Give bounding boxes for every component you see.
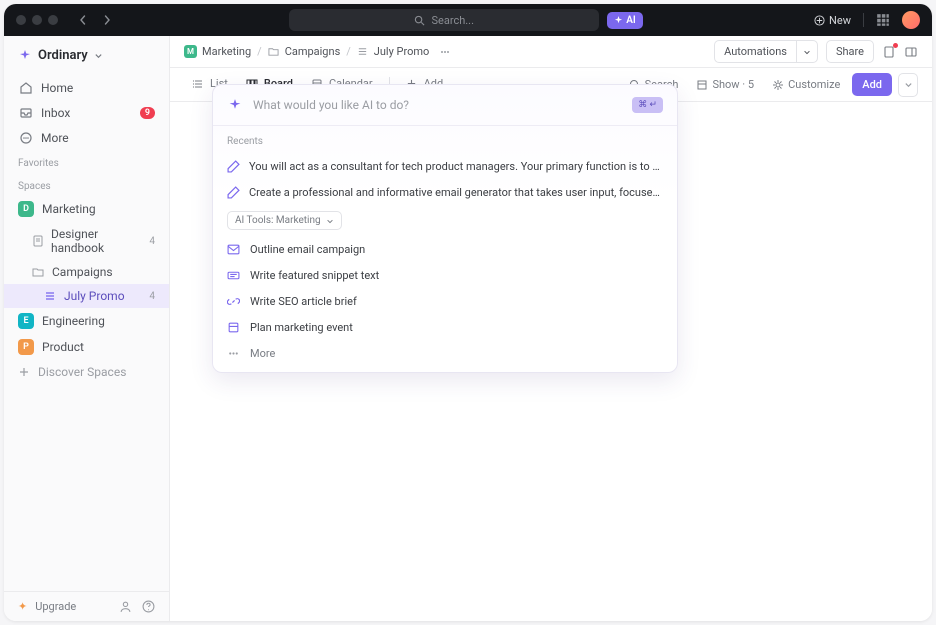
space-marketing[interactable]: D Marketing	[4, 196, 169, 222]
ai-panel: What would you like AI to do? ⌘ ↵ Recent…	[212, 84, 678, 373]
nav-forward-button[interactable]	[96, 9, 118, 31]
show-button[interactable]: Show · 5	[690, 74, 760, 95]
global-search[interactable]: Search...	[289, 9, 599, 31]
recent-item[interactable]: Create a professional and informative em…	[213, 179, 677, 205]
crumb-campaigns[interactable]: Campaigns	[268, 45, 341, 58]
recent-item[interactable]: You will act as a consultant for tech pr…	[213, 153, 677, 179]
space-badge: D	[18, 201, 34, 217]
ai-sparkle-icon	[227, 98, 243, 113]
inbox-badge: 9	[140, 107, 155, 119]
sidebar-home[interactable]: Home	[4, 75, 169, 100]
ai-tool-chip[interactable]: AI Tools: Marketing	[227, 211, 342, 230]
crumb-july-promo[interactable]: July Promo	[357, 45, 430, 58]
workspace-logo-icon	[18, 49, 32, 63]
automations-button[interactable]: Automations	[714, 40, 796, 63]
automations-dropdown[interactable]	[796, 40, 818, 63]
breadcrumb-bar: M Marketing / Campaigns / July Promo Aut…	[170, 36, 932, 68]
discover-spaces[interactable]: Discover Spaces	[4, 360, 169, 384]
show-icon	[696, 79, 708, 91]
doc-icon	[32, 235, 44, 248]
list-icon	[44, 290, 57, 303]
crumb-marketing[interactable]: M Marketing	[184, 45, 251, 58]
space-product[interactable]: P Product	[4, 334, 169, 360]
inbox-icon	[18, 105, 33, 120]
ai-tool-outline-email[interactable]: Outline email campaign	[213, 236, 677, 262]
list-july-promo[interactable]: July Promo 4	[4, 284, 169, 308]
link-icon	[227, 294, 241, 308]
customize-button[interactable]: Customize	[766, 74, 846, 95]
list-icon	[192, 77, 205, 90]
panel-icon[interactable]	[904, 45, 918, 59]
ai-tool-seo[interactable]: Write SEO article brief	[213, 288, 677, 314]
titlebar: Search... AI New	[4, 4, 932, 36]
upgrade-link[interactable]: Upgrade	[35, 600, 76, 613]
recents-label: Recents	[213, 126, 677, 153]
gear-icon	[772, 79, 784, 91]
main-content: M Marketing / Campaigns / July Promo Aut…	[170, 36, 932, 621]
folder-icon	[32, 266, 45, 279]
plus-icon	[18, 366, 31, 379]
ai-tool-plan-event[interactable]: Plan marketing event	[213, 314, 677, 340]
workspace-switcher[interactable]: Ordinary	[4, 36, 169, 75]
workspace-name: Ordinary	[38, 48, 88, 63]
share-button[interactable]: Share	[826, 40, 874, 63]
user-icon[interactable]	[119, 600, 132, 613]
sidebar-more[interactable]: More	[4, 125, 169, 150]
apps-icon[interactable]	[876, 13, 890, 27]
search-icon	[414, 15, 425, 26]
ai-input-placeholder: What would you like AI to do?	[253, 98, 622, 112]
pencil-icon	[227, 185, 240, 199]
nav-back-button[interactable]	[72, 9, 94, 31]
notifications-icon[interactable]	[882, 45, 896, 59]
chevron-down-icon	[94, 51, 103, 60]
spaces-header: Spaces	[4, 173, 169, 196]
new-button[interactable]: New	[814, 14, 851, 27]
sidebar-footer: ✦ Upgrade	[4, 591, 169, 621]
sidebar: Ordinary Home Inbox 9 More Favorites Spa…	[4, 36, 170, 621]
favorites-header: Favorites	[4, 150, 169, 173]
help-icon[interactable]	[142, 600, 155, 613]
home-icon	[18, 80, 33, 95]
folder-icon	[268, 46, 280, 58]
calendar-icon	[227, 320, 241, 334]
more-crumb-icon[interactable]	[439, 46, 451, 58]
mail-icon	[227, 242, 241, 256]
dots-icon	[227, 346, 241, 360]
ai-kbd-hint: ⌘ ↵	[632, 97, 663, 113]
upgrade-icon: ✦	[18, 600, 27, 613]
space-badge: E	[18, 313, 34, 329]
space-badge: P	[18, 339, 34, 355]
sidebar-inbox[interactable]: Inbox 9	[4, 100, 169, 125]
ai-more[interactable]: More	[213, 340, 677, 372]
folder-designer-handbook[interactable]: Designer handbook 4	[4, 222, 169, 260]
add-dropdown[interactable]	[898, 73, 918, 97]
space-engineering[interactable]: E Engineering	[4, 308, 169, 334]
ai-input-row[interactable]: What would you like AI to do? ⌘ ↵	[213, 85, 677, 126]
snippet-icon	[227, 268, 241, 282]
pencil-icon	[227, 159, 240, 173]
user-avatar[interactable]	[902, 11, 920, 29]
search-placeholder: Search...	[431, 14, 474, 27]
window-controls[interactable]	[16, 15, 58, 25]
more-icon	[18, 130, 33, 145]
folder-campaigns[interactable]: Campaigns	[4, 260, 169, 284]
ai-badge[interactable]: AI	[607, 12, 643, 29]
list-icon	[357, 46, 369, 58]
chevron-down-icon	[326, 217, 334, 225]
add-task-button[interactable]: Add	[852, 73, 892, 96]
ai-tool-snippet[interactable]: Write featured snippet text	[213, 262, 677, 288]
